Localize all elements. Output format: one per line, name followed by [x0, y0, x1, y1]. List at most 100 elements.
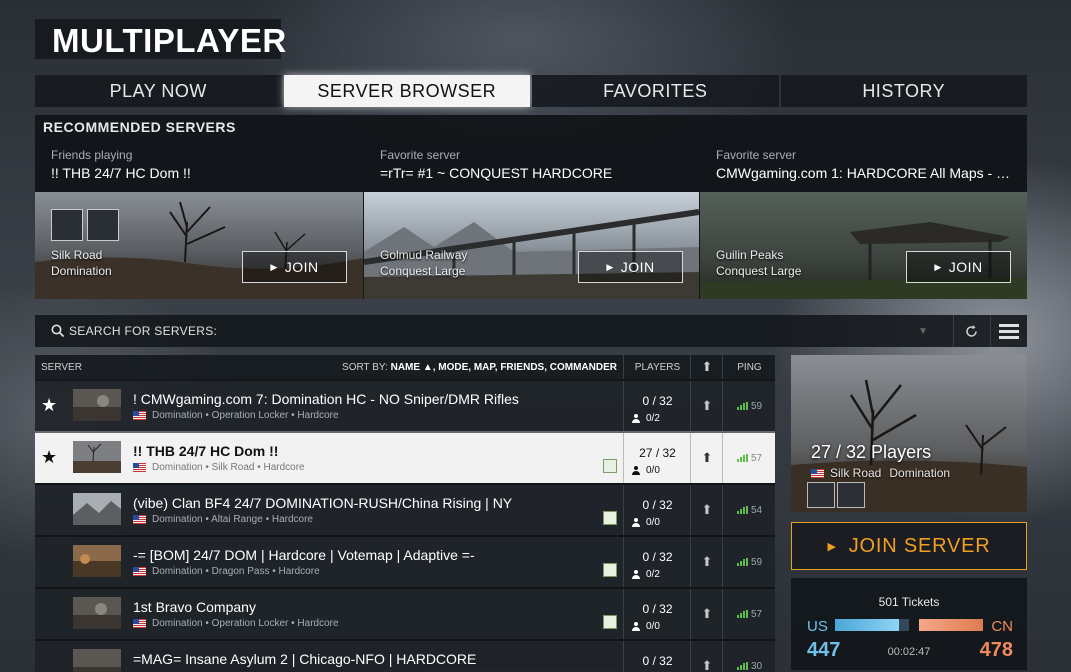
avatar[interactable] [837, 482, 865, 508]
rank-chevron-icon: ⬆ [690, 485, 723, 535]
signal-bars-icon [736, 506, 748, 514]
play-icon: ▶ [827, 540, 837, 553]
join-label: JOIN [948, 259, 983, 275]
us-flag-icon [811, 468, 824, 478]
tab-server-browser[interactable]: SERVER BROWSER [283, 75, 530, 107]
card-mode: Conquest Large [380, 264, 466, 278]
favorite-star-icon[interactable]: ★ [41, 395, 57, 416]
column-server[interactable]: SERVER [41, 362, 82, 373]
table-row[interactable]: 1st Bravo Company Domination • Operation… [35, 587, 775, 639]
player-count: 0 / 32 [642, 550, 673, 564]
us-flag-icon [133, 619, 146, 628]
column-players[interactable]: PLAYERS [623, 355, 691, 379]
card-server-name: !! THB 24/7 HC Dom !! [51, 165, 191, 181]
queue-info: 0/0 [632, 621, 660, 632]
server-meta: Domination • Dragon Pass • Hardcore [133, 566, 320, 577]
queue-info: 0/0 [632, 517, 660, 528]
server-meta-text: Domination • Silk Road • Hardcore [152, 462, 305, 473]
server-search-bar[interactable]: SEARCH FOR SERVERS: ▼ [35, 315, 1027, 347]
column-ping[interactable]: PING [722, 355, 776, 379]
match-time: 00:02:47 [887, 646, 931, 658]
rank-chevron-icon: ⬆ [690, 433, 723, 483]
rank-icon[interactable]: ⬆ [690, 355, 723, 379]
tab-history[interactable]: HISTORY [780, 75, 1027, 107]
queue-count: 0/0 [646, 621, 660, 632]
server-meta: Domination • Operation Locker • Hardcore [133, 618, 339, 629]
team-us-ticket-bar-empty [899, 619, 909, 631]
avatar[interactable] [87, 209, 119, 241]
card-map-info: Silk Road Domination [51, 247, 112, 279]
menu-icon[interactable] [999, 323, 1019, 339]
player-count: 0 / 32 [642, 602, 673, 616]
player-count: 0 / 32 [642, 394, 673, 408]
server-meta-text: Domination • Dragon Pass • Hardcore [152, 566, 320, 577]
us-flag-icon [133, 515, 146, 524]
queue-info: 0/2 [632, 413, 660, 424]
ping-cell: 59 [722, 537, 776, 587]
join-button[interactable]: ▶ JOIN [906, 251, 1011, 283]
team-us-ticket-bar [835, 619, 899, 631]
card-map: Golmud Railway [380, 248, 468, 262]
player-count: 0 / 32 [642, 654, 673, 668]
players-cell: 0 / 32 0/2 [623, 537, 691, 587]
table-row[interactable]: ★ ! CMWgaming.com 7: Domination HC - NO … [35, 379, 775, 431]
ping-cell: 57 [722, 589, 776, 639]
ping-value: 59 [750, 400, 763, 412]
preview-mode: Domination [889, 466, 951, 480]
divider [990, 315, 991, 347]
chevron-down-icon[interactable]: ▼ [918, 326, 928, 337]
tab-play-now[interactable]: PLAY NOW [35, 75, 282, 107]
divider [953, 315, 954, 347]
refresh-icon[interactable] [964, 324, 979, 339]
ping-value: 59 [750, 556, 763, 568]
table-row[interactable]: -= [BOM] 24/7 DOM | Hardcore | Votemap |… [35, 535, 775, 587]
recommended-servers-panel: RECOMMENDED SERVERS Friends playing !! T… [35, 115, 1027, 299]
join-button[interactable]: ▶ JOIN [242, 251, 347, 283]
join-button[interactable]: ▶ JOIN [578, 251, 683, 283]
sort-options[interactable]: , MODE, MAP, FRIENDS, COMMANDER [433, 362, 617, 373]
recommended-card-friends[interactable]: Friends playing !! THB 24/7 HC Dom !! Si… [35, 139, 363, 299]
rank-chevron-icon: ⬆ [690, 641, 723, 672]
server-name: ! CMWgaming.com 7: Domination HC - NO Sn… [133, 391, 519, 407]
card-kind: Favorite server [380, 148, 461, 162]
avatar[interactable] [51, 209, 83, 241]
server-name: !! THB 24/7 HC Dom !! [133, 443, 279, 459]
tab-favorites[interactable]: FAVORITES [532, 75, 779, 107]
table-row-selected[interactable]: ★ !! THB 24/7 HC Dom !! Domination • Sil… [35, 431, 775, 483]
favorite-star-icon[interactable]: ★ [41, 447, 57, 468]
table-row[interactable]: =MAG= Insane Asylum 2 | Chicago-NFO | HA… [35, 639, 775, 672]
commander-icon [603, 563, 617, 577]
sort-by-name[interactable]: NAME ▲ [391, 362, 433, 373]
players-cell: 27 / 32 0/0 [623, 433, 691, 483]
join-label: JOIN [284, 259, 319, 275]
commander-icon [603, 615, 617, 629]
team-cn-ticket-bar [919, 619, 983, 631]
server-meta-text: Domination • Altai Range • Hardcore [152, 514, 313, 525]
card-map-info: Guilin Peaks Conquest Large [716, 247, 801, 279]
card-mode: Domination [51, 264, 112, 278]
recommended-card-favorite-2[interactable]: Favorite server CMWgaming.com 1: HARDCOR… [700, 139, 1027, 299]
queue-count: 0/2 [646, 413, 660, 424]
signal-bars-icon [736, 402, 748, 410]
players-cell: 0 / 32 [623, 641, 691, 672]
us-flag-icon [133, 463, 146, 472]
person-icon [632, 622, 640, 631]
queue-count: 0/0 [646, 517, 660, 528]
server-name: =MAG= Insane Asylum 2 | Chicago-NFO | HA… [133, 651, 477, 667]
table-row[interactable]: (vibe) Clan BF4 24/7 DOMINATION-RUSH/Chi… [35, 483, 775, 535]
player-count: 0 / 32 [642, 498, 673, 512]
avatar[interactable] [807, 482, 835, 508]
preview-map: Silk Road [830, 466, 882, 480]
card-mode: Conquest Large [716, 264, 802, 278]
join-server-button[interactable]: ▶ JOIN SERVER [791, 522, 1027, 570]
signal-bars-icon [736, 558, 748, 566]
ping-cell: 54 [722, 485, 776, 535]
server-meta: Domination • Operation Locker • Hardcore [133, 410, 339, 421]
join-server-label: JOIN SERVER [848, 534, 991, 557]
recommended-card-favorite-1[interactable]: Favorite server =rTr= #1 ~ CONQUEST HARD… [364, 139, 699, 299]
page-title: MULTIPLAYER [52, 22, 287, 59]
rank-chevron-icon: ⬆ [690, 589, 723, 639]
server-meta-text: Domination • Operation Locker • Hardcore [152, 618, 339, 629]
ping-value: 54 [750, 504, 763, 516]
signal-bars-icon [736, 662, 748, 670]
